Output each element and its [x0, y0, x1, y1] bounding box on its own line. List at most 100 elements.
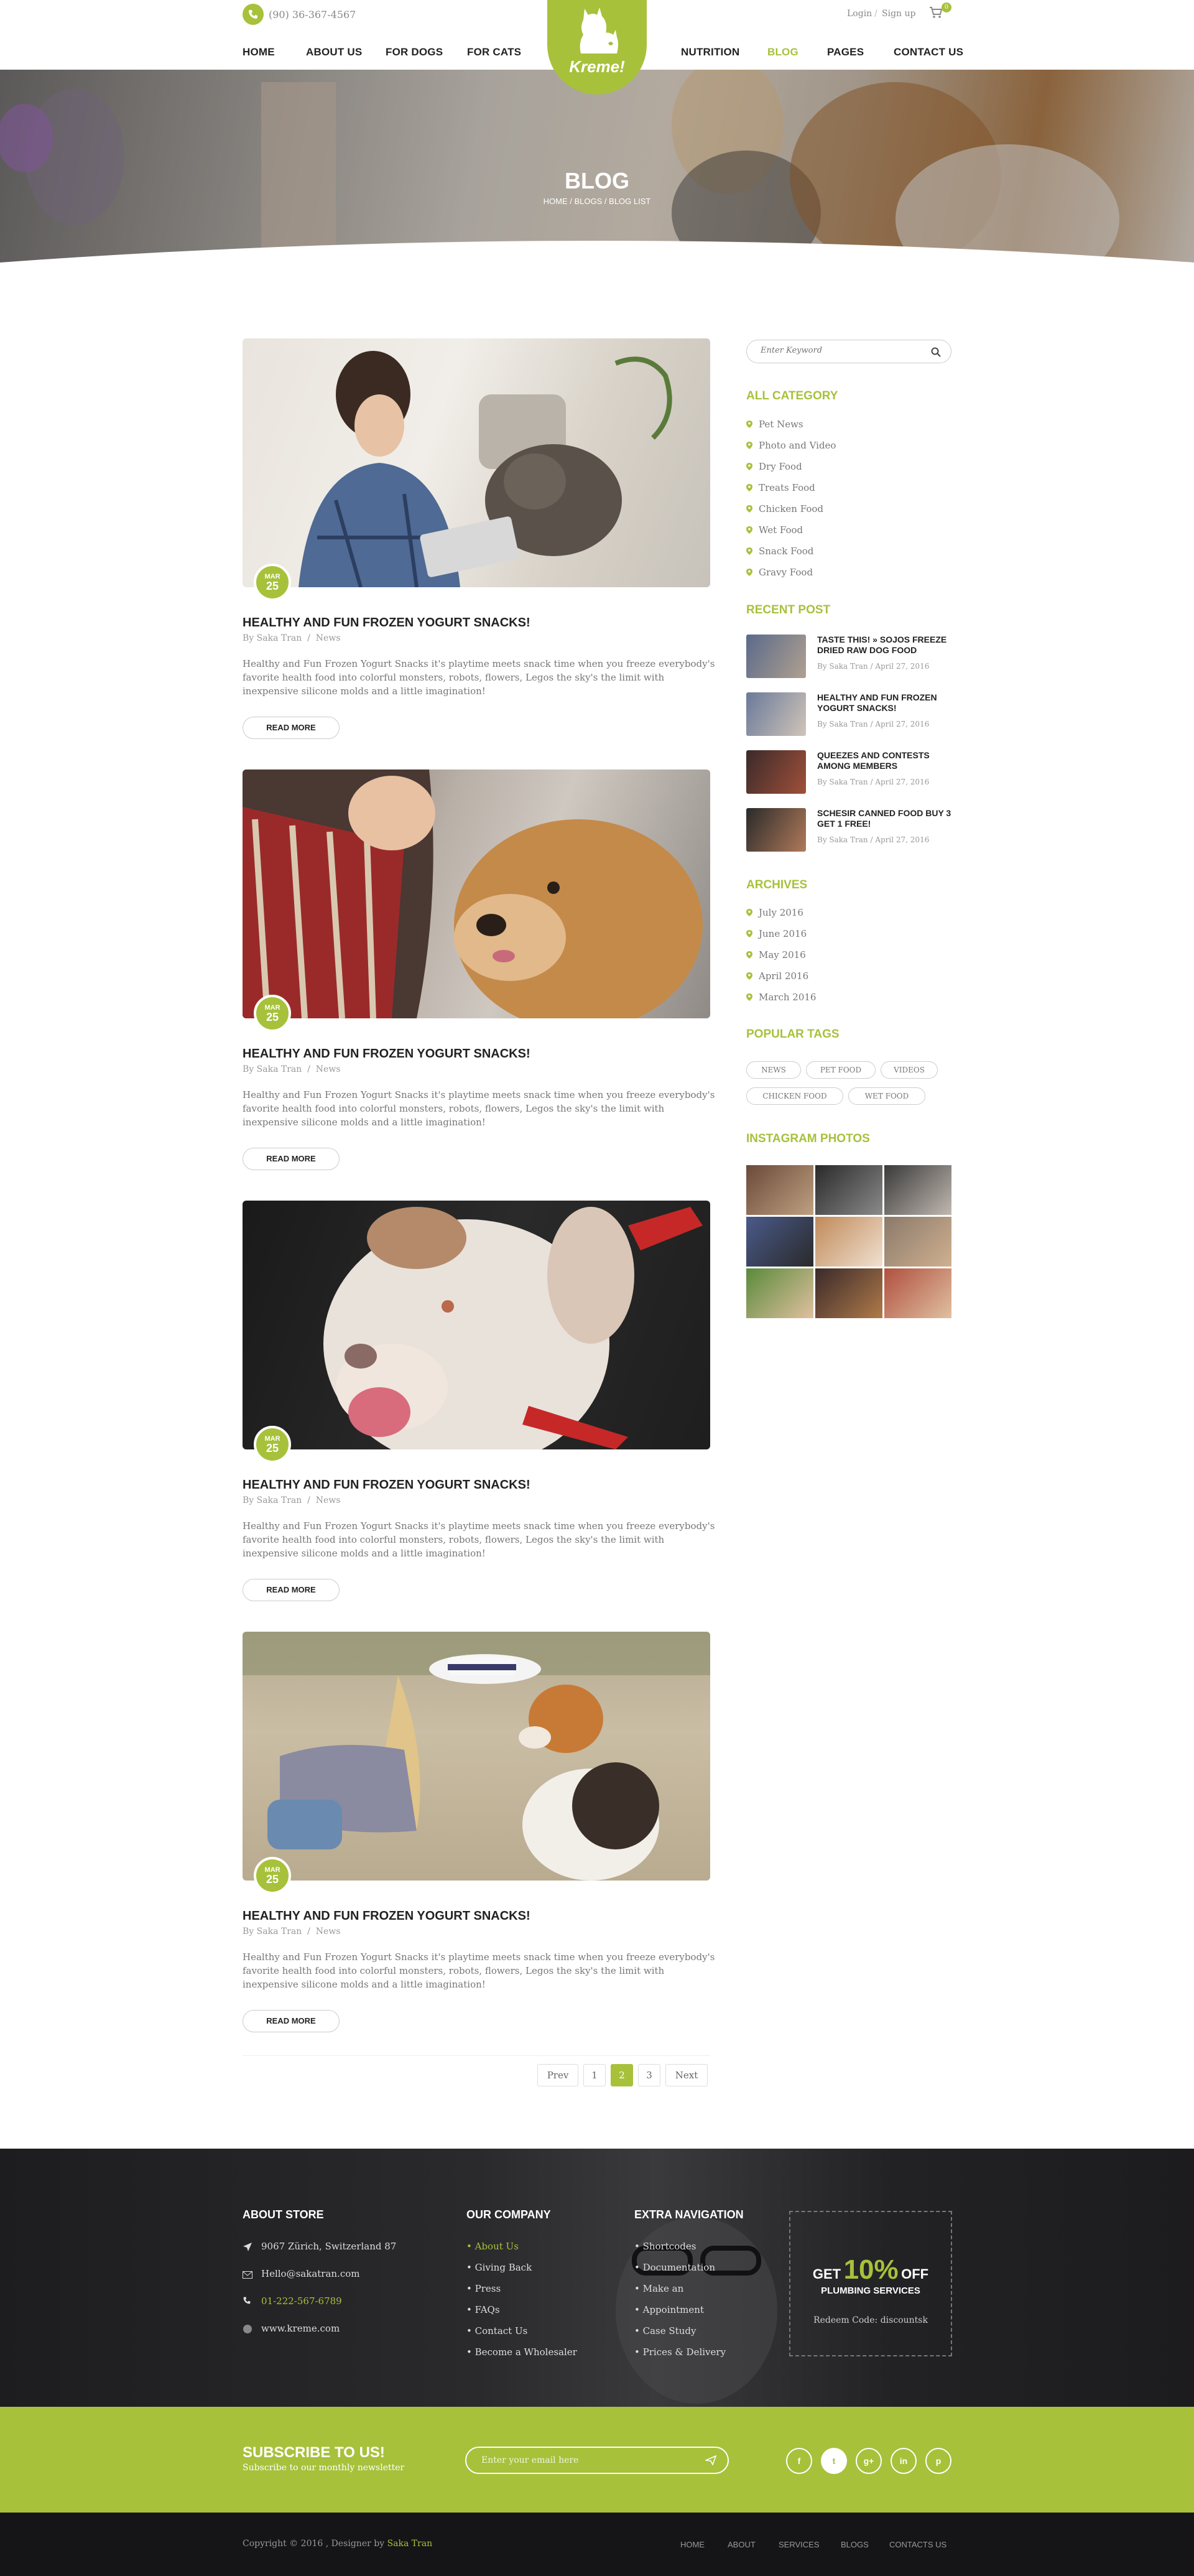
pagination-page-1[interactable]: 1	[583, 2064, 606, 2086]
category-item[interactable]: Chicken Food	[746, 503, 823, 514]
nav-for-cats[interactable]: FOR CATS	[467, 46, 521, 58]
archive-item[interactable]: March 2016	[746, 992, 816, 1003]
nav-pages[interactable]: PAGES	[827, 46, 864, 58]
read-more-button[interactable]: READ MORE	[243, 2010, 340, 2032]
category-item[interactable]: Dry Food	[746, 461, 802, 472]
instagram-photo[interactable]	[815, 1165, 882, 1215]
footer-extra-link-label: Prices & Delivery	[642, 2346, 726, 2358]
promo-coupon[interactable]: GET 10% OFF PLUMBING SERVICES Redeem Cod…	[789, 2211, 952, 2356]
pagination-next[interactable]: Next	[665, 2064, 708, 2086]
recent-post-meta: By Saka Tran / April 27, 2016	[817, 720, 930, 728]
signup-link[interactable]: Sign up	[882, 9, 915, 19]
designer-link[interactable]: Saka Tran	[387, 2539, 433, 2549]
nav-about-us[interactable]: ABOUT US	[306, 46, 362, 58]
recent-post-thumbnail[interactable]	[746, 750, 806, 794]
facebook-icon[interactable]: f	[786, 2448, 812, 2474]
instagram-photo[interactable]	[884, 1268, 951, 1318]
footer-extra-link[interactable]: • Prices & Delivery	[634, 2346, 726, 2358]
nav-contact-us[interactable]: CONTACT US	[894, 46, 963, 58]
footer-extra-link[interactable]: • Case Study	[634, 2325, 696, 2337]
pagination-prev[interactable]: Prev	[537, 2064, 578, 2086]
nav-for-dogs[interactable]: FOR DOGS	[386, 46, 443, 58]
archive-item[interactable]: June 2016	[746, 928, 807, 939]
tag-wet-food[interactable]: WET FOOD	[848, 1087, 925, 1105]
footer-email[interactable]: Hello@sakatran.com	[261, 2268, 359, 2279]
footer-extra-link[interactable]: • Documentation	[634, 2262, 715, 2273]
pagination-page-3[interactable]: 3	[638, 2064, 660, 2086]
footer-extra-link[interactable]: • Make an	[634, 2283, 683, 2294]
search-input[interactable]	[761, 346, 922, 355]
footer-company-link[interactable]: • FAQs	[466, 2304, 500, 2315]
footer-extra-link[interactable]: • Shortcodes	[634, 2241, 696, 2252]
footer-company-link[interactable]: • Contact Us	[466, 2325, 527, 2337]
linkedin-icon[interactable]: in	[891, 2448, 917, 2474]
instagram-photo[interactable]	[746, 1268, 813, 1318]
footer-company-link[interactable]: • Press	[466, 2283, 501, 2294]
tag-pet-food[interactable]: PET FOOD	[806, 1061, 876, 1079]
recent-post-thumbnail[interactable]	[746, 808, 806, 852]
footer-company-link[interactable]: • Become a Wholesaler	[466, 2346, 577, 2358]
footer-website[interactable]: www.kreme.com	[261, 2323, 340, 2334]
recent-post-title[interactable]: HEALTHY AND FUN FROZEN YOGURT SNACKS!	[817, 692, 954, 714]
post-title[interactable]: HEALTHY AND FUN FROZEN YOGURT SNACKS!	[243, 1047, 530, 1061]
post-title[interactable]: HEALTHY AND FUN FROZEN YOGURT SNACKS!	[243, 616, 530, 630]
nav-nutrition[interactable]: NUTRITION	[681, 46, 739, 58]
post-image[interactable]	[243, 1201, 710, 1449]
category-item[interactable]: Photo and Video	[746, 440, 836, 451]
footer-company-link[interactable]: • About Us	[466, 2241, 519, 2252]
archive-item[interactable]: April 2016	[746, 970, 808, 982]
login-link[interactable]: Login	[847, 9, 872, 19]
bottom-nav-contacts[interactable]: CONTACTS US	[889, 2540, 946, 2549]
pagination-page-2[interactable]: 2	[611, 2064, 633, 2086]
recent-post-meta: By Saka Tran / April 27, 2016	[817, 778, 930, 786]
instagram-photo[interactable]	[746, 1165, 813, 1215]
archive-item-label: March 2016	[759, 992, 817, 1003]
email-field[interactable]	[481, 2455, 687, 2465]
read-more-button[interactable]: READ MORE	[243, 1579, 340, 1601]
nav-home[interactable]: HOME	[243, 46, 275, 58]
bottom-nav-about[interactable]: ABOUT	[728, 2540, 756, 2549]
recent-post-title[interactable]: TASTE THIS! » SOJOS FREEZE DRIED RAW DOG…	[817, 635, 954, 656]
bottom-nav-blogs[interactable]: BLOGS	[841, 2540, 869, 2549]
category-item[interactable]: Gravy Food	[746, 567, 813, 578]
tag-news[interactable]: NEWS	[746, 1061, 801, 1079]
hero-curve-shape	[0, 241, 1194, 295]
instagram-photo[interactable]	[884, 1217, 951, 1267]
google-plus-icon[interactable]: g+	[856, 2448, 882, 2474]
instagram-photo[interactable]	[815, 1268, 882, 1318]
category-item[interactable]: Treats Food	[746, 482, 815, 493]
post-image[interactable]	[243, 1632, 710, 1881]
twitter-icon[interactable]: t	[821, 2448, 847, 2474]
pinterest-icon[interactable]: p	[925, 2448, 951, 2474]
recent-post-thumbnail[interactable]	[746, 692, 806, 736]
post-image[interactable]	[243, 770, 710, 1018]
category-item-label: Gravy Food	[759, 567, 813, 578]
archive-item[interactable]: May 2016	[746, 949, 806, 960]
footer	[0, 2149, 1194, 2407]
recent-post-thumbnail[interactable]	[746, 635, 806, 678]
nav-blog[interactable]: BLOG	[767, 46, 798, 58]
send-icon[interactable]	[704, 2455, 717, 2468]
category-item[interactable]: Snack Food	[746, 546, 813, 557]
post-title[interactable]: HEALTHY AND FUN FROZEN YOGURT SNACKS!	[243, 1909, 530, 1923]
recent-post-title[interactable]: QUEEZES AND CONTESTS AMONG MEMBERS	[817, 750, 954, 771]
instagram-photo[interactable]	[815, 1217, 882, 1267]
instagram-photo[interactable]	[746, 1217, 813, 1267]
category-item[interactable]: Wet Food	[746, 524, 803, 536]
bottom-nav-home[interactable]: HOME	[680, 2540, 705, 2549]
read-more-button[interactable]: READ MORE	[243, 717, 340, 739]
category-item[interactable]: Pet News	[746, 419, 803, 430]
cart-icon[interactable]	[929, 6, 943, 21]
instagram-photo[interactable]	[884, 1165, 951, 1215]
read-more-button[interactable]: READ MORE	[243, 1148, 340, 1170]
post-image[interactable]	[243, 338, 710, 587]
tag-videos[interactable]: VIDEOS	[881, 1061, 938, 1079]
footer-company-link[interactable]: • Giving Back	[466, 2262, 532, 2273]
footer-extra-link[interactable]: • Appointment	[634, 2304, 704, 2315]
archive-item[interactable]: July 2016	[746, 907, 803, 918]
bottom-nav-services[interactable]: SERVICES	[779, 2540, 820, 2549]
tag-chicken-food[interactable]: CHICKEN FOOD	[746, 1087, 843, 1105]
post-title[interactable]: HEALTHY AND FUN FROZEN YOGURT SNACKS!	[243, 1478, 530, 1492]
recent-post-title[interactable]: SCHESIR CANNED FOOD BUY 3 GET 1 FREE!	[817, 808, 954, 829]
search-icon[interactable]	[931, 347, 941, 360]
